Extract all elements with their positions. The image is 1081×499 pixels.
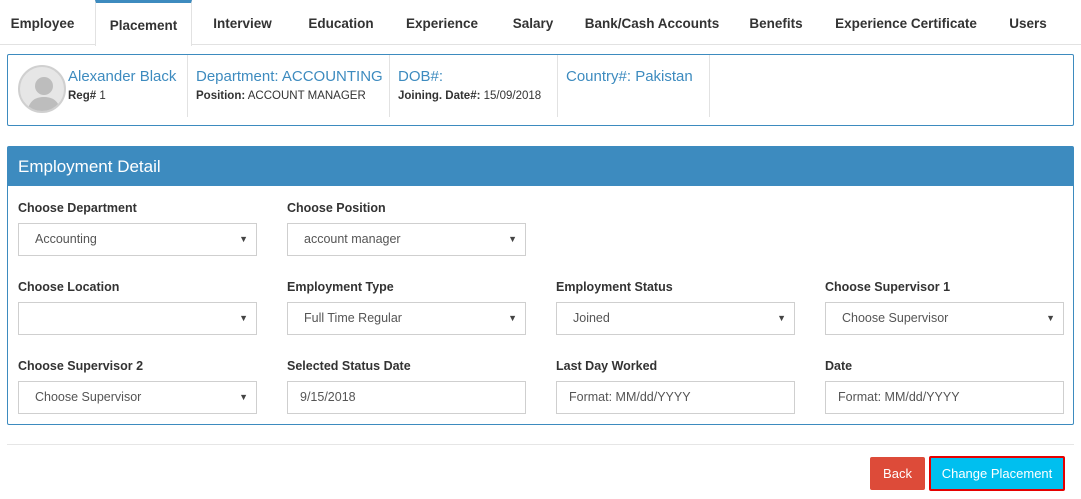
supervisor1-label: Choose Supervisor 1 <box>825 280 951 294</box>
employment-type-select[interactable]: Full Time Regular ▼ <box>287 302 526 335</box>
tab-bar: Employee Placement Interview Education E… <box>0 0 1081 46</box>
department-select[interactable]: Accounting ▼ <box>18 223 257 256</box>
caret-down-icon: ▼ <box>239 313 248 323</box>
dob-cell: DOB#: Joining. Date#: 15/09/2018 <box>390 55 558 117</box>
department-cell: Department: ACCOUNTING Position: ACCOUNT… <box>188 55 390 117</box>
date-input[interactable]: Format: MM/dd/YYYY <box>825 381 1064 414</box>
tab-education[interactable]: Education <box>297 0 385 45</box>
department-text: Department: ACCOUNTING <box>196 68 383 85</box>
position-value: ACCOUNT MANAGER <box>247 90 366 102</box>
supervisor2-label: Choose Supervisor 2 <box>18 359 144 373</box>
tab-experience-certificate[interactable]: Experience Certificate <box>828 0 984 45</box>
location-label: Choose Location <box>18 280 120 294</box>
employment-status-value: Joined <box>573 311 610 325</box>
caret-down-icon: ▼ <box>508 313 517 323</box>
supervisor1-select[interactable]: Choose Supervisor ▼ <box>825 302 1064 335</box>
caret-down-icon: ▼ <box>1046 313 1055 323</box>
status-date-input[interactable]: 9/15/2018 <box>287 381 526 414</box>
date-label: Date <box>825 359 853 373</box>
tab-benefits[interactable]: Benefits <box>740 0 812 45</box>
employee-identity-cell: Alexander Black Reg# 1 <box>8 55 188 117</box>
last-day-input[interactable]: Format: MM/dd/YYYY <box>556 381 795 414</box>
country-cell: Country#: Pakistan <box>558 55 710 117</box>
footer-divider <box>7 444 1074 445</box>
joining-info: Joining. Date#: 15/09/2018 <box>398 90 541 102</box>
employee-reg: Reg# 1 <box>68 90 106 102</box>
position-label: Position: <box>196 90 246 102</box>
tab-salary[interactable]: Salary <box>502 0 564 45</box>
last-day-placeholder: Format: MM/dd/YYYY <box>569 390 691 404</box>
employee-summary-card: Alexander Black Reg# 1 Department: ACCOU… <box>7 54 1074 126</box>
change-placement-button[interactable]: Change Placement <box>929 456 1065 491</box>
caret-down-icon: ▼ <box>777 313 786 323</box>
supervisor1-value: Choose Supervisor <box>842 311 949 325</box>
tab-placement[interactable]: Placement <box>95 0 192 46</box>
dob-text: DOB#: <box>398 68 444 85</box>
employee-name: Alexander Black <box>68 68 177 85</box>
joining-value: 15/09/2018 <box>483 90 542 102</box>
status-date-label: Selected Status Date <box>287 359 411 373</box>
employment-type-label: Employment Type <box>287 280 394 294</box>
user-avatar-icon <box>18 65 66 113</box>
department-label: Choose Department <box>18 201 137 215</box>
department-select-value: Accounting <box>35 232 97 246</box>
status-date-value: 9/15/2018 <box>300 390 356 404</box>
tab-bank-cash-accounts[interactable]: Bank/Cash Accounts <box>579 0 725 45</box>
employment-type-value: Full Time Regular <box>304 311 402 325</box>
last-day-label: Last Day Worked <box>556 359 658 373</box>
back-button[interactable]: Back <box>870 457 925 490</box>
employment-detail-panel: Employment Detail Choose Department Acco… <box>7 146 1074 425</box>
supervisor2-value: Choose Supervisor <box>35 390 142 404</box>
reg-value: 1 <box>99 90 106 102</box>
caret-down-icon: ▼ <box>508 234 517 244</box>
position-info: Position: ACCOUNT MANAGER <box>196 90 366 102</box>
tab-employee[interactable]: Employee <box>0 0 85 45</box>
caret-down-icon: ▼ <box>239 234 248 244</box>
date-placeholder: Format: MM/dd/YYYY <box>838 390 960 404</box>
reg-label: Reg# <box>68 90 97 102</box>
panel-title: Employment Detail <box>8 147 1073 186</box>
employment-status-select[interactable]: Joined ▼ <box>556 302 795 335</box>
country-text: Country#: Pakistan <box>566 68 693 85</box>
employment-status-label: Employment Status <box>556 280 673 294</box>
supervisor2-select[interactable]: Choose Supervisor ▼ <box>18 381 257 414</box>
caret-down-icon: ▼ <box>239 392 248 402</box>
tab-interview[interactable]: Interview <box>200 0 285 45</box>
position-label: Choose Position <box>287 201 386 215</box>
tab-users[interactable]: Users <box>1000 0 1056 45</box>
position-select-value: account manager <box>304 232 401 246</box>
tab-experience[interactable]: Experience <box>397 0 487 45</box>
location-select[interactable]: ▼ <box>18 302 257 335</box>
position-select[interactable]: account manager ▼ <box>287 223 526 256</box>
joining-label: Joining. Date#: <box>398 90 481 102</box>
